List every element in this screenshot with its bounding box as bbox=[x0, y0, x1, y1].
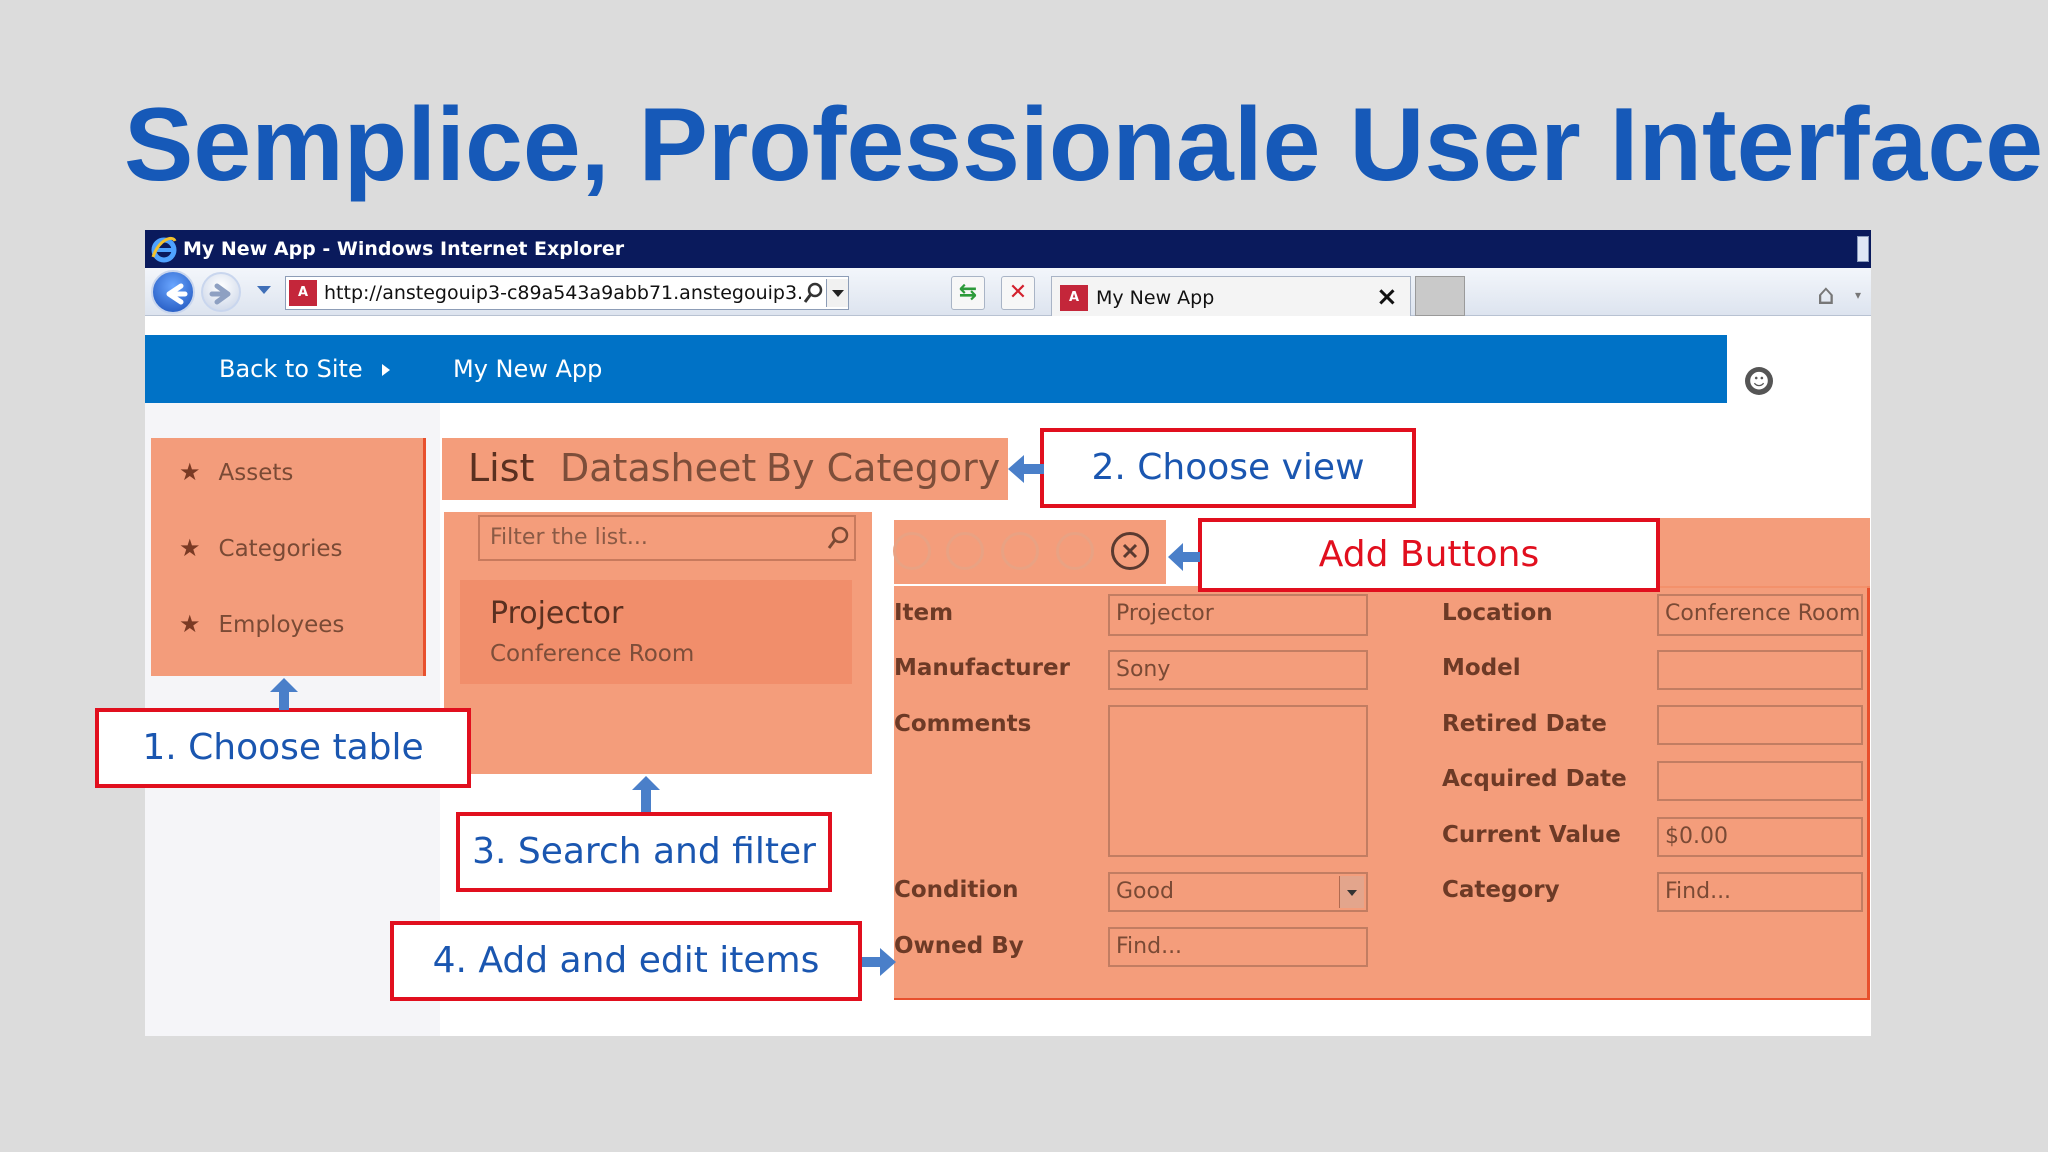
history-dropdown-icon[interactable] bbox=[257, 286, 271, 294]
tab-list[interactable]: List bbox=[468, 438, 534, 498]
category-lookup[interactable]: Find... bbox=[1657, 872, 1863, 912]
access-app-icon: A bbox=[289, 280, 317, 306]
manufacturer-input[interactable]: Sony bbox=[1108, 650, 1368, 690]
current-value-input[interactable]: $0.00 bbox=[1657, 817, 1863, 857]
arrow-up-icon bbox=[270, 678, 298, 710]
app-name-link[interactable]: My New App bbox=[453, 335, 602, 403]
comments-textarea[interactable] bbox=[1108, 705, 1368, 857]
callout-choose-view: 2. Choose view bbox=[1040, 428, 1416, 508]
browser-toolbar: A http://anstegouip3-c89a543a9abb71.anst… bbox=[145, 268, 1871, 316]
tab-datasheet[interactable]: Datasheet bbox=[560, 438, 756, 498]
field-label-model: Model bbox=[1442, 655, 1521, 681]
address-url[interactable]: http://anstegouip3-c89a543a9abb71.ansteg… bbox=[324, 277, 804, 309]
arrow-right-icon bbox=[862, 948, 896, 976]
nav-item-label: Assets bbox=[218, 460, 294, 486]
form-header-strip bbox=[1660, 518, 1870, 588]
location-input[interactable]: Conference Room bbox=[1657, 594, 1863, 636]
callout-add-buttons: Add Buttons bbox=[1198, 518, 1660, 592]
callout-search-filter: 3. Search and filter bbox=[456, 812, 832, 892]
callout-add-edit: 4. Add and edit items bbox=[390, 921, 862, 1001]
tab-by-category[interactable]: By Category bbox=[766, 438, 1000, 498]
field-label-acquired-date: Acquired Date bbox=[1442, 766, 1627, 792]
field-label-current-value: Current Value bbox=[1442, 822, 1621, 848]
feedback-smiley-icon[interactable]: ☻ bbox=[1745, 367, 1773, 395]
field-label-category: Category bbox=[1442, 877, 1560, 903]
window-control-button[interactable] bbox=[1857, 236, 1869, 262]
field-label-item: Item bbox=[894, 600, 954, 626]
edit-icon[interactable] bbox=[1001, 532, 1039, 570]
nav-item-employees[interactable]: ★ Employees bbox=[179, 610, 344, 638]
slide-title: Semplice, Professionale User Interface bbox=[124, 87, 2044, 203]
arrow-left-icon bbox=[1168, 543, 1200, 571]
condition-value: Good bbox=[1116, 879, 1174, 904]
suite-bar: Back to Site My New App bbox=[145, 335, 1727, 403]
table-nav: ★ Assets ★ Categories ★ Employees bbox=[151, 438, 426, 676]
chevron-down-icon[interactable] bbox=[1339, 876, 1364, 908]
delete-icon[interactable] bbox=[946, 532, 984, 570]
star-icon: ★ bbox=[179, 610, 201, 638]
forward-arrow-icon bbox=[209, 283, 231, 305]
stop-button[interactable]: ✕ bbox=[1001, 276, 1035, 310]
field-label-retired-date: Retired Date bbox=[1442, 711, 1607, 737]
field-label-manufacturer: Manufacturer bbox=[894, 655, 1070, 681]
owned-by-lookup[interactable]: Find... bbox=[1108, 927, 1368, 967]
refresh-button[interactable]: ⇆ bbox=[951, 276, 985, 310]
back-to-site-link[interactable]: Back to Site bbox=[219, 335, 363, 403]
window-title: My New App - Windows Internet Explorer bbox=[145, 230, 1871, 268]
retired-date-input[interactable] bbox=[1657, 705, 1863, 745]
field-label-comments: Comments bbox=[894, 711, 1032, 737]
tab-label: My New App bbox=[1096, 287, 1215, 309]
cancel-icon[interactable] bbox=[1111, 532, 1149, 570]
search-icon[interactable] bbox=[802, 281, 824, 305]
filter-placeholder: Filter the list... bbox=[490, 525, 648, 550]
acquired-date-input[interactable] bbox=[1657, 761, 1863, 801]
nav-item-label: Categories bbox=[218, 536, 343, 562]
item-input[interactable]: Projector bbox=[1108, 594, 1368, 636]
arrow-up-icon bbox=[632, 776, 660, 812]
nav-item-assets[interactable]: ★ Assets bbox=[179, 458, 293, 486]
home-dropdown-icon[interactable]: ▾ bbox=[1855, 289, 1865, 301]
chevron-right-icon bbox=[382, 364, 390, 376]
add-icon[interactable] bbox=[893, 532, 931, 570]
back-arrow-icon bbox=[166, 283, 188, 305]
refresh-icon: ⇆ bbox=[958, 280, 978, 305]
back-button[interactable] bbox=[151, 270, 195, 314]
nav-item-categories[interactable]: ★ Categories bbox=[179, 534, 343, 562]
forward-button[interactable] bbox=[201, 272, 241, 312]
address-dropdown-button[interactable] bbox=[826, 279, 848, 307]
stop-icon: ✕ bbox=[1008, 280, 1028, 305]
ie-logo-icon bbox=[151, 235, 177, 263]
search-icon[interactable] bbox=[824, 523, 852, 553]
field-label-condition: Condition bbox=[894, 877, 1019, 903]
access-app-icon: A bbox=[1060, 285, 1088, 311]
filter-input[interactable]: Filter the list... bbox=[478, 515, 856, 561]
address-bar[interactable]: A http://anstegouip3-c89a543a9abb71.anst… bbox=[285, 276, 849, 310]
field-label-location: Location bbox=[1442, 600, 1553, 626]
star-icon: ★ bbox=[179, 534, 201, 562]
star-icon: ★ bbox=[179, 458, 201, 486]
list-item-title: Projector bbox=[490, 596, 624, 631]
save-icon[interactable] bbox=[1056, 532, 1094, 570]
nav-item-label: Employees bbox=[218, 612, 345, 638]
close-icon[interactable]: × bbox=[1376, 277, 1398, 317]
condition-select[interactable]: Good bbox=[1108, 872, 1368, 912]
callout-choose-table: 1. Choose table bbox=[95, 708, 471, 788]
view-tabs: List Datasheet By Category bbox=[442, 438, 1008, 500]
new-tab-button[interactable] bbox=[1415, 276, 1465, 316]
list-item-subtitle: Conference Room bbox=[490, 641, 695, 667]
home-icon[interactable]: ⌂ bbox=[1817, 280, 1847, 310]
model-input[interactable] bbox=[1657, 650, 1863, 690]
field-label-owned-by: Owned By bbox=[894, 933, 1024, 959]
arrow-left-icon bbox=[1008, 455, 1044, 483]
browser-tab[interactable]: A My New App × bbox=[1051, 276, 1411, 316]
